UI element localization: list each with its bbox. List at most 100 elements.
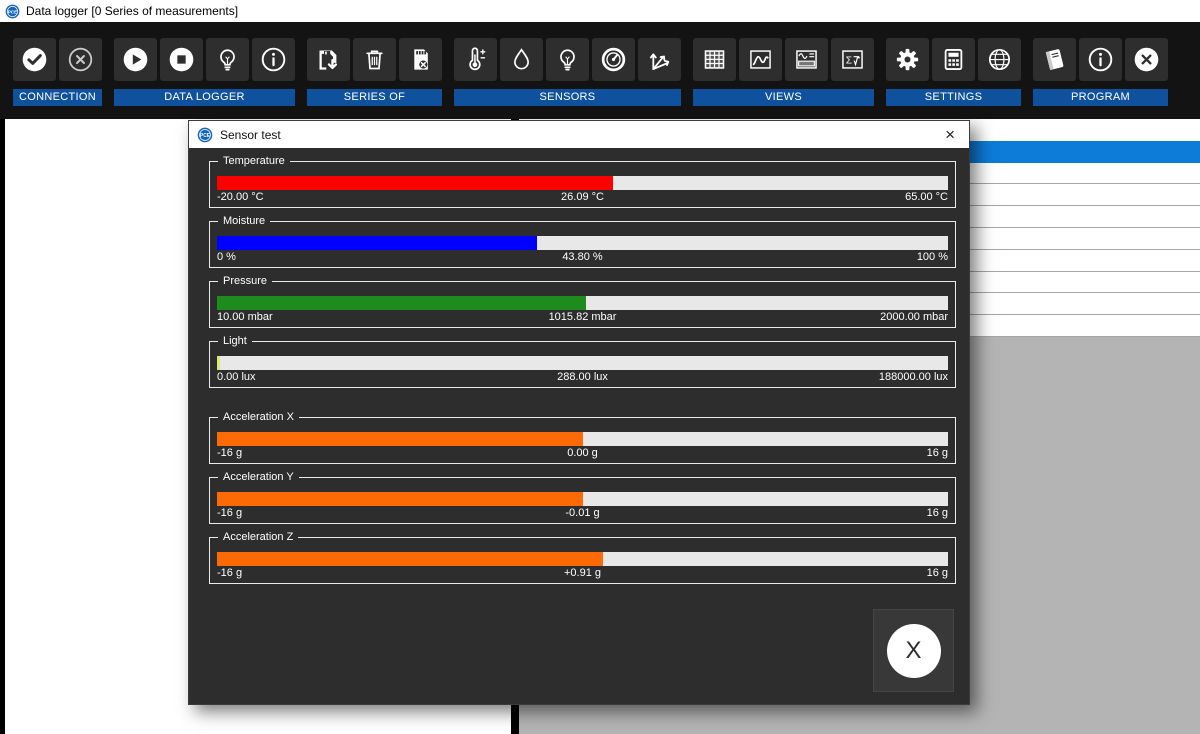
toolbar-group-views: Σ VIEWS — [693, 38, 874, 106]
combined-view-button[interactable] — [785, 38, 828, 81]
gauge-bar-trough — [217, 432, 948, 446]
gauge-temperature: Temperature-20.00 °C26.09 °C65.00 °C — [209, 161, 956, 208]
clear-memory-card-button[interactable] — [399, 38, 442, 81]
start-logging-button[interactable] — [114, 38, 157, 81]
x-circle-icon — [67, 46, 94, 73]
about-button[interactable] — [1079, 38, 1122, 81]
play-circle-icon — [122, 46, 149, 73]
gauge-bar-trough — [217, 492, 948, 506]
gauge-bar-fill — [217, 492, 583, 506]
dialog-titlebar: PCE Sensor test × — [189, 121, 969, 148]
gauge-min: 10.00 mbar — [217, 311, 461, 323]
gauge-icon — [600, 46, 627, 73]
globe-icon — [986, 46, 1013, 73]
chart-curve-icon — [747, 46, 774, 73]
logger-info-button[interactable] — [252, 38, 295, 81]
toolbar-group-label: CONNECTION — [13, 89, 102, 106]
gauge-acceleration-y: Acceleration Y-16 g-0.01 g16 g — [209, 477, 956, 524]
gauge-bar-fill — [217, 236, 537, 250]
save-series-button[interactable] — [307, 38, 350, 81]
app-logo-icon: PCE — [5, 4, 20, 19]
window-title: Data logger [0 Series of measurements] — [26, 4, 238, 18]
gauge-max: 16 g — [704, 447, 948, 459]
stop-logging-button[interactable] — [160, 38, 203, 81]
disconnect-button[interactable] — [59, 38, 102, 81]
x-circle-filled-icon — [1133, 46, 1160, 73]
toolbar-group-data-logger: DATA LOGGER — [114, 38, 295, 106]
gauge-acceleration-z: Acceleration Z-16 g+0.91 g16 g — [209, 537, 956, 584]
window-titlebar: PCE Data logger [0 Series of measurement… — [0, 0, 1200, 22]
table-view-button[interactable] — [693, 38, 736, 81]
sd-card-x-icon — [407, 46, 434, 73]
gauge-bar-fill — [217, 176, 613, 190]
gauge-title: Acceleration Y — [218, 470, 299, 484]
gauge-max: 100 % — [704, 251, 948, 263]
thermometer-icon — [462, 46, 489, 73]
gauge-value: -0.01 g — [461, 507, 705, 519]
gauge-bar-trough — [217, 552, 948, 566]
gauge-max: 65.00 °C — [704, 191, 948, 203]
trash-icon — [361, 46, 388, 73]
gauge-max: 2000.00 mbar — [704, 311, 948, 323]
gauge-max: 16 g — [704, 567, 948, 579]
gauge-scale: 10.00 mbar1015.82 mbar2000.00 mbar — [217, 311, 948, 323]
toolbar-group-settings: SETTINGS — [886, 38, 1021, 106]
oscilloscope-icon — [793, 46, 820, 73]
gauge-scale: -16 g-0.01 g16 g — [217, 507, 948, 519]
gauge-min: -16 g — [217, 567, 461, 579]
dialog-close-icon[interactable]: × — [941, 126, 959, 143]
toolbar-group-label: PROGRAM — [1033, 89, 1168, 106]
floppy-save-icon — [315, 46, 342, 73]
gauge-title: Temperature — [218, 154, 290, 168]
toolbar-group-label: DATA LOGGER — [114, 89, 295, 106]
delete-series-button[interactable] — [353, 38, 396, 81]
toolbar-group-label: VIEWS — [693, 89, 874, 106]
chart-view-button[interactable] — [739, 38, 782, 81]
gauge-bar-trough — [217, 236, 948, 250]
manual-button[interactable] — [1033, 38, 1076, 81]
gauge-max: 188000.00 lux — [704, 371, 948, 383]
droplet-icon — [508, 46, 535, 73]
statistics-view-button[interactable]: Σ — [831, 38, 874, 81]
language-settings-button[interactable] — [978, 38, 1021, 81]
info-circle-icon — [1087, 46, 1114, 73]
book-icon — [1041, 46, 1068, 73]
gauge-scale: -20.00 °C26.09 °C65.00 °C — [217, 191, 948, 203]
gauge-bar-trough — [217, 176, 948, 190]
axes-arrows-icon — [646, 46, 673, 73]
gear-icon — [894, 46, 921, 73]
svg-text:Σ: Σ — [846, 55, 852, 66]
exit-button[interactable] — [1125, 38, 1168, 81]
toolbar-group-sensors: SENSORS — [454, 38, 681, 106]
calculation-settings-button[interactable] — [932, 38, 975, 81]
stop-circle-icon — [168, 46, 195, 73]
gauge-title: Pressure — [218, 274, 272, 288]
gauge-scale: 0.00 lux288.00 lux188000.00 lux — [217, 371, 948, 383]
sensor-test-dialog: PCE Sensor test × Temperature-20.00 °C26… — [188, 120, 970, 705]
general-settings-button[interactable] — [886, 38, 929, 81]
svg-text:PCE: PCE — [200, 132, 211, 138]
light-sensor-button[interactable] — [546, 38, 589, 81]
toolbar-group-label: SETTINGS — [886, 89, 1021, 106]
toolbar-group-series-of: SERIES OF — [307, 38, 442, 106]
gauge-min: 0.00 lux — [217, 371, 461, 383]
gauge-max: 16 g — [704, 507, 948, 519]
gauge-acceleration-x: Acceleration X-16 g0.00 g16 g — [209, 417, 956, 464]
temperature-sensor-button[interactable] — [454, 38, 497, 81]
logger-status-light-button[interactable] — [206, 38, 249, 81]
gauge-light: Light0.00 lux288.00 lux188000.00 lux — [209, 341, 956, 388]
dialog-logo-icon: PCE — [197, 127, 213, 143]
dialog-close-button[interactable]: X — [873, 609, 954, 692]
acceleration-sensor-button[interactable] — [638, 38, 681, 81]
gauge-title: Acceleration X — [218, 410, 299, 424]
pressure-sensor-button[interactable] — [592, 38, 635, 81]
toolbar-group-program: PROGRAM — [1033, 38, 1168, 106]
gauge-bar-trough — [217, 296, 948, 310]
info-circle-icon — [260, 46, 287, 73]
moisture-sensor-button[interactable] — [500, 38, 543, 81]
connect-button[interactable] — [13, 38, 56, 81]
gauge-title: Moisture — [218, 214, 270, 228]
gauge-value: 43.80 % — [461, 251, 705, 263]
gauge-scale: -16 g+0.91 g16 g — [217, 567, 948, 579]
gauge-bar-fill — [217, 432, 583, 446]
